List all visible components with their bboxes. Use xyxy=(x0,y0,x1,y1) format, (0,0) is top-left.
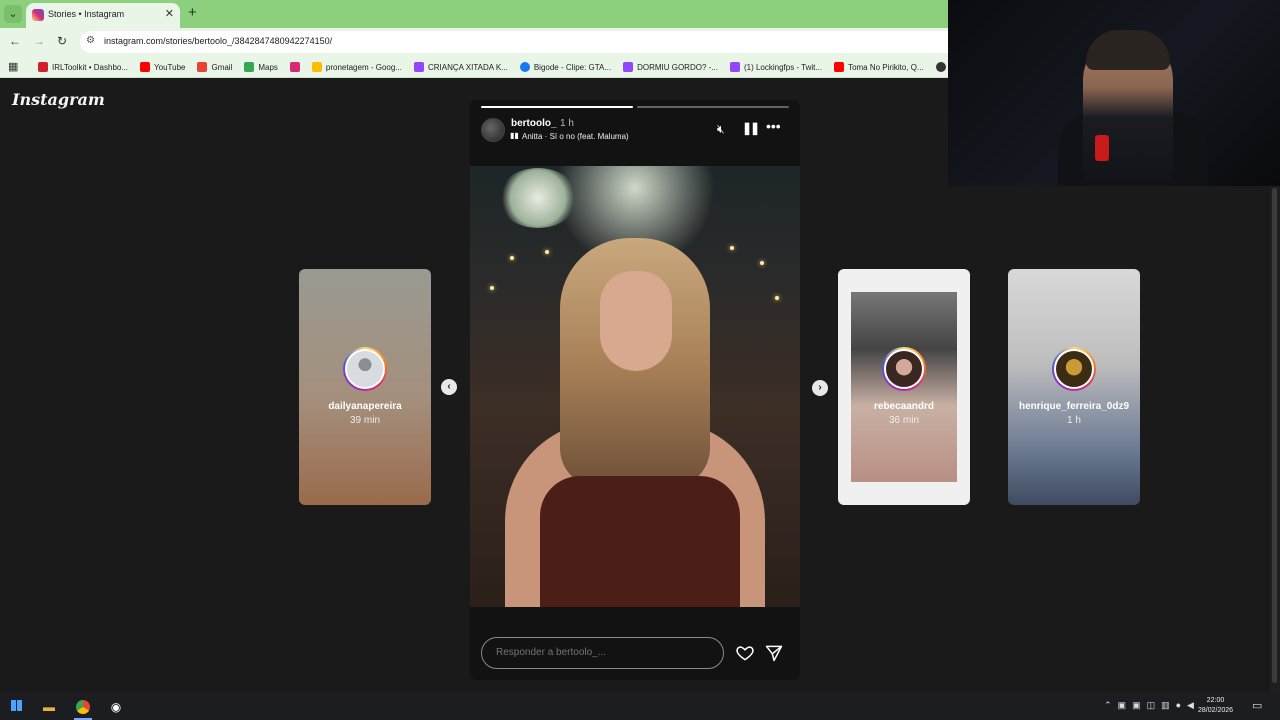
system-clock[interactable]: 22:00 28/02/2026 xyxy=(1198,696,1233,716)
taskbar: ▬ ◉ ⌃ ▣ ▣ ◫ ▥ ● ◀ 22:00 28/02/2026 ▭ xyxy=(0,693,1280,720)
avatar[interactable] xyxy=(481,118,505,142)
bookmark-item[interactable]: Maps xyxy=(244,62,278,72)
network-icon[interactable]: ▥ xyxy=(1161,700,1170,711)
story-time: 1 h xyxy=(560,118,574,129)
progress-segment xyxy=(481,106,633,108)
preview-username: rebecaandrd xyxy=(873,401,935,412)
system-tray: ⌃ ▣ ▣ ◫ ▥ ● ◀ xyxy=(1104,700,1194,711)
preview-time: 39 min xyxy=(349,415,380,426)
bookmark-item[interactable]: Toma No Pirikito, Q... xyxy=(834,62,924,72)
reply-field[interactable] xyxy=(481,637,724,669)
story-preview-card[interactable]: dailyanapereira 39 min xyxy=(299,269,431,505)
preview-time: 1 h xyxy=(1067,415,1081,426)
ceiling-fan-decoration xyxy=(498,168,578,228)
music-bars-icon: ▮▮ xyxy=(510,131,519,140)
preview-username: dailyanapereira xyxy=(328,401,402,412)
story-music-label[interactable]: Anitta · Sí o no (feat. Maluma) xyxy=(522,132,629,141)
url-text[interactable]: instagram.com/stories/bertoolo_/38428474… xyxy=(104,36,332,46)
reload-icon[interactable]: ↻ xyxy=(57,34,67,48)
microphone-icon[interactable]: ● xyxy=(1176,700,1181,711)
send-icon[interactable] xyxy=(764,643,784,663)
instagram-favicon-icon xyxy=(32,9,44,21)
preview-username: henrique_ferreira_0dz9 xyxy=(1018,401,1130,412)
story-photo[interactable] xyxy=(470,166,800,607)
previous-story-button[interactable]: ‹ xyxy=(441,379,457,395)
drive-icon xyxy=(311,62,322,72)
browser-tab[interactable]: Stories • Instagram ✕ xyxy=(26,3,180,28)
more-options-icon[interactable]: ••• xyxy=(766,118,781,134)
webcam-overlay xyxy=(948,0,1280,186)
scrollbar-thumb[interactable] xyxy=(1272,188,1277,683)
site-info-icon[interactable]: ⚙ xyxy=(86,35,95,46)
bookmarks-bar: ▦ IRLToolkit • Dashbo... YouTube Gmail M… xyxy=(0,56,948,78)
obs-icon[interactable]: ◉ xyxy=(107,698,125,716)
clock-time: 22:00 xyxy=(1206,697,1225,704)
story-viewer: bertoolo_ 1 h ▮▮ Anitta · Sí o no (feat.… xyxy=(470,100,800,680)
chrome-icon[interactable] xyxy=(74,698,92,716)
browser-tab-bar: ⌄ Stories • Instagram ✕ + xyxy=(0,0,948,28)
story-progress-bar xyxy=(481,106,789,108)
bookmark-item[interactable]: pronetagem - Goog... xyxy=(311,62,402,72)
browser-toolbar: ← → ↻ ⚙ instagram.com/stories/bertoolo_/… xyxy=(0,28,948,56)
bookmark-item[interactable]: Im xyxy=(935,62,948,72)
pause-icon[interactable]: ❚❚ xyxy=(742,121,760,135)
bookmark-item[interactable]: Bigode - Clipe: GTA... xyxy=(519,62,611,72)
bookmark-item[interactable]: IRLToolkit • Dashbo... xyxy=(38,62,128,72)
tray-app-icon[interactable]: ▣ xyxy=(1132,700,1141,711)
bookmark-item[interactable]: YouTube xyxy=(140,62,185,72)
red-mug xyxy=(1095,135,1109,161)
maps-icon xyxy=(244,62,255,72)
gmail-icon xyxy=(197,62,208,72)
twitch-icon xyxy=(623,62,634,72)
chevron-up-icon[interactable]: ⌃ xyxy=(1104,700,1112,711)
instagram-icon xyxy=(289,62,300,72)
youtube-icon xyxy=(140,62,151,72)
reply-input[interactable] xyxy=(496,647,716,658)
preview-time: 36 min xyxy=(888,415,919,426)
next-story-button[interactable]: › xyxy=(812,380,828,396)
twitch-icon xyxy=(729,62,740,72)
story-preview-card[interactable]: rebecaandrd 36 min xyxy=(838,269,970,505)
apps-grid-icon[interactable]: ▦ xyxy=(8,60,18,73)
facebook-icon xyxy=(519,62,530,72)
heart-icon[interactable] xyxy=(735,643,755,663)
close-tab-icon[interactable]: ✕ xyxy=(165,7,174,20)
bookmark-item[interactable]: CRIANÇA XITADA K... xyxy=(413,62,508,72)
forward-arrow-icon[interactable]: → xyxy=(33,34,45,48)
new-tab-button[interactable]: + xyxy=(188,5,197,21)
tray-app-icon[interactable]: ◫ xyxy=(1147,700,1156,711)
twitch-icon xyxy=(413,62,424,72)
instagram-logo[interactable]: Instagram xyxy=(12,90,105,109)
muted-speaker-icon[interactable]: 🔇︎ xyxy=(717,122,725,137)
file-explorer-icon[interactable]: ▬ xyxy=(40,698,58,716)
story-username[interactable]: bertoolo_ xyxy=(511,118,557,129)
avatar xyxy=(882,347,926,391)
back-arrow-icon[interactable]: ← xyxy=(9,34,21,48)
github-icon xyxy=(935,62,946,72)
windows-start-icon[interactable] xyxy=(7,698,25,716)
tab-title: Stories • Instagram xyxy=(48,9,125,19)
tab-list-button[interactable]: ⌄ xyxy=(4,5,22,23)
clock-date: 28/02/2026 xyxy=(1198,707,1234,714)
tray-app-icon[interactable]: ▣ xyxy=(1118,700,1127,711)
youtube-icon xyxy=(834,62,845,72)
bookmark-icon xyxy=(38,62,48,72)
bookmark-item[interactable] xyxy=(289,62,300,72)
bookmark-item[interactable]: (1) Lockingfps - Twit... xyxy=(729,62,822,72)
avatar xyxy=(1052,347,1096,391)
notification-icon[interactable]: ▭ xyxy=(1252,699,1262,712)
story-preview-card[interactable]: henrique_ferreira_0dz9 1 h xyxy=(1008,269,1140,505)
bookmark-item[interactable]: DORMIU GORDO? -... xyxy=(623,62,718,72)
bookmark-item[interactable]: Gmail xyxy=(197,62,232,72)
progress-segment xyxy=(637,106,789,108)
avatar xyxy=(343,347,387,391)
volume-icon[interactable]: ◀ xyxy=(1187,700,1194,711)
address-bar[interactable]: ⚙ instagram.com/stories/bertoolo_/384284… xyxy=(80,31,948,53)
